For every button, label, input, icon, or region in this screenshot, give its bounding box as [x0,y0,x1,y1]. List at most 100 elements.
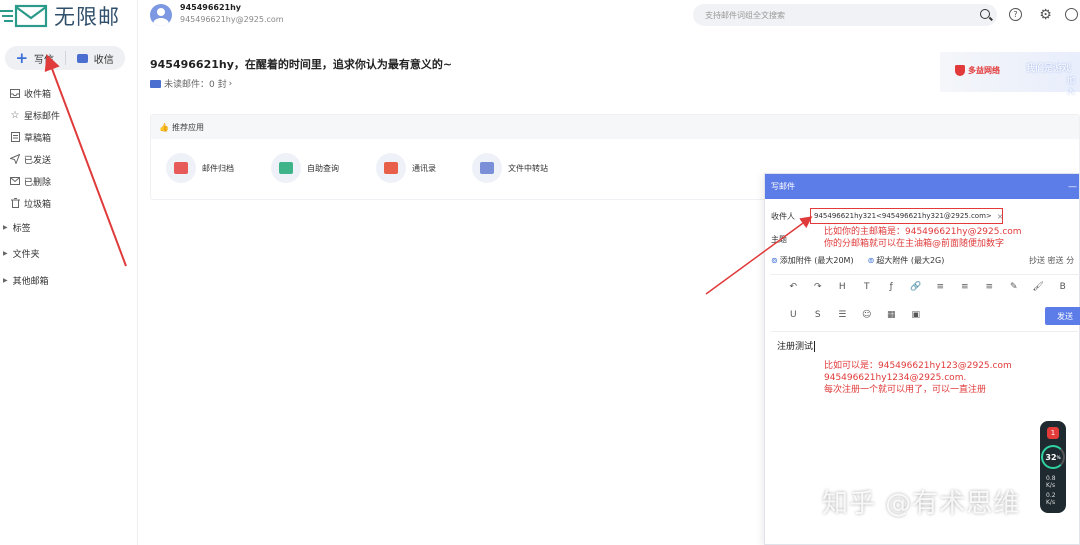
unread-count[interactable]: 未读邮件：0 封 › [150,77,232,90]
greeting: 945496621hy，在醒着的时间里，追求你认为最有意义的~ [150,58,453,71]
receive-label: 收信 [93,54,114,66]
sidebar-item-sent[interactable]: 已发送 [0,148,138,170]
app-label: 邮件归档 [202,163,234,173]
body-text: 注册测试 [777,342,814,352]
envelope-logo-icon [0,4,48,28]
sidebar-item-label: 已删除 [24,177,52,188]
receive-button[interactable]: 收信 [66,46,126,70]
subject-label: 主题 [771,235,787,244]
to-label: 收件人 [771,212,795,221]
sidebar-group-other-mailboxes[interactable]: ▶ 其他邮箱 [0,269,138,291]
compose-title-bar: 写邮件 — [765,174,1079,199]
app-label: 通讯录 [412,163,436,173]
sidebar-group-label: 其他邮箱 [12,276,49,287]
big-attachment-button[interactable]: 超大附件 (最大2G) [876,255,944,266]
expand-triangle-icon: ▶ [3,276,8,284]
annotation-note-1: 比如你的主邮箱是：945496621hy@2925.com 你的分邮箱就可以在主… [824,226,1022,250]
shield-logo-icon [955,65,965,76]
app-file-transfer[interactable]: 文件中转站 [472,153,548,183]
toolbar-button[interactable]: ≡ [928,280,953,294]
compose-label: 写信 [34,54,55,66]
note-line: 945496621hy1234@2925.com. [824,373,967,383]
toolbar-button[interactable]: T [855,280,880,294]
sidebar: 无限邮 + 写信 收信 收件箱 ☆ 星标邮件 草稿箱 已发送 已删除 垃圾箱 ▶… [0,0,138,545]
logo-text: 无限邮 [54,5,120,29]
query-icon [271,153,301,183]
sidebar-item-label: 已发送 [24,155,52,166]
toolbar-button[interactable]: S [806,308,831,322]
annotation-note-2: 比如可以是：945496621hy123@2925.com 945496621h… [824,360,1012,396]
toolbar-button[interactable]: ☰ [830,308,855,322]
ad-banner[interactable]: 多益网络 我们是游戏 加入 [940,52,1080,96]
app-contacts[interactable]: 通讯录 [376,153,436,183]
app-mail-archive[interactable]: 邮件归档 [166,153,234,183]
cc-bcc-links[interactable]: 抄送 密送 分 [1029,255,1074,266]
toolbar-button[interactable]: ≡ [953,280,978,294]
recipient-field[interactable]: 945496621hy321<945496621hy321@2925.com> … [810,208,1003,224]
app-label: 文件中转站 [508,163,548,173]
sidebar-group-label: 标签 [12,223,31,234]
sidebar-item-deleted[interactable]: 已删除 [0,170,138,192]
toolbar-button[interactable]: ▦ [879,308,904,322]
watermark: 知乎 @有术思维 [822,489,1021,519]
app-self-query[interactable]: 自助查询 [271,153,339,183]
network-monitor-widget[interactable]: 1 32% 0.8 K/s 0.2 K/s [1040,421,1066,513]
logo[interactable]: 无限邮 [0,2,120,30]
toolbar-button[interactable]: 🖌 [1026,280,1051,294]
app-label: 自助查询 [307,163,339,173]
search-input[interactable] [705,10,965,20]
sidebar-item-drafts[interactable]: 草稿箱 [0,126,138,148]
usage-value: 32 [1045,452,1057,462]
send-button[interactable]: 发送 [1045,307,1080,325]
user-email: 945496621hy@2925.com [180,15,284,24]
receive-mail-icon [76,53,88,63]
avatar[interactable] [150,4,172,26]
toolbar-button[interactable]: H [830,280,855,294]
sidebar-item-label: 垃圾箱 [24,199,52,210]
recipient-chip: 945496621hy321<945496621hy321@2925.com> [814,212,992,220]
trash-icon [9,197,21,209]
toolbar-button[interactable]: ☺ [855,308,880,322]
sidebar-group-tags[interactable]: ▶ 标签 [0,216,138,238]
sidebar-item-inbox[interactable]: 收件箱 [0,82,138,104]
toolbar-button[interactable]: ≡ [977,280,1002,294]
sidebar-group-folders[interactable]: ▶ 文件夹 [0,242,138,264]
toolbar-button[interactable]: ↷ [806,280,831,294]
minimize-icon[interactable]: — [1068,182,1077,192]
star-icon: ☆ [10,109,20,121]
download-speed: 0.2 K/s [1046,492,1056,506]
email-body[interactable]: 注册测试 [777,339,816,352]
toolbar-button[interactable]: U [781,308,806,322]
sidebar-item-label: 星标邮件 [24,111,61,122]
help-icon[interactable]: ? [1009,8,1022,21]
sidebar-item-trash[interactable]: 垃圾箱 [0,192,138,214]
search-icon[interactable] [980,9,990,19]
search-box [693,4,997,26]
toolbar-button[interactable]: ↶ [781,280,806,294]
shirt-icon[interactable] [1065,8,1078,21]
paperclip-icon: ⊚ [771,256,778,265]
usage-unit: % [1056,454,1061,460]
unread-label: 未读邮件：0 封 [164,80,227,90]
toolbar-button[interactable]: B [1051,280,1076,294]
note-line: 每次注册一个就可以用了，可以一直注册 [824,385,987,395]
file-transfer-icon [472,153,502,183]
plus-icon: + [15,49,29,67]
text-caret [814,341,816,352]
toolbar-button[interactable]: ▣ [904,308,929,322]
note-line: 你的分邮箱就可以在主油箱@前面随便加数字 [824,239,1005,249]
banner-logo: 多益网络 [955,65,1000,76]
cpu-ring: 32% [1041,445,1065,469]
toolbar-button[interactable]: 🔗 [904,280,929,294]
contacts-icon [376,153,406,183]
editor-toolbar: ↶ ↷ H Tƒ 🔗 ≡ ≡ ≡ ✎ 🖌 B U S ☰ ☺ ▦ ▣ [771,274,1080,332]
toolbar-button[interactable]: ƒ [879,280,904,294]
compose-button[interactable]: + 写信 [5,46,65,70]
remove-recipient-icon[interactable]: × [997,212,1004,221]
upload-unit: K/s [1046,482,1056,489]
add-attachment-button[interactable]: 添加附件 (最大20M) [780,255,854,266]
sidebar-item-starred[interactable]: ☆ 星标邮件 [0,104,138,126]
compose-title: 写邮件 [771,182,795,191]
toolbar-button[interactable]: ✎ [1002,280,1027,294]
gear-icon[interactable]: ⚙ [1039,7,1052,23]
